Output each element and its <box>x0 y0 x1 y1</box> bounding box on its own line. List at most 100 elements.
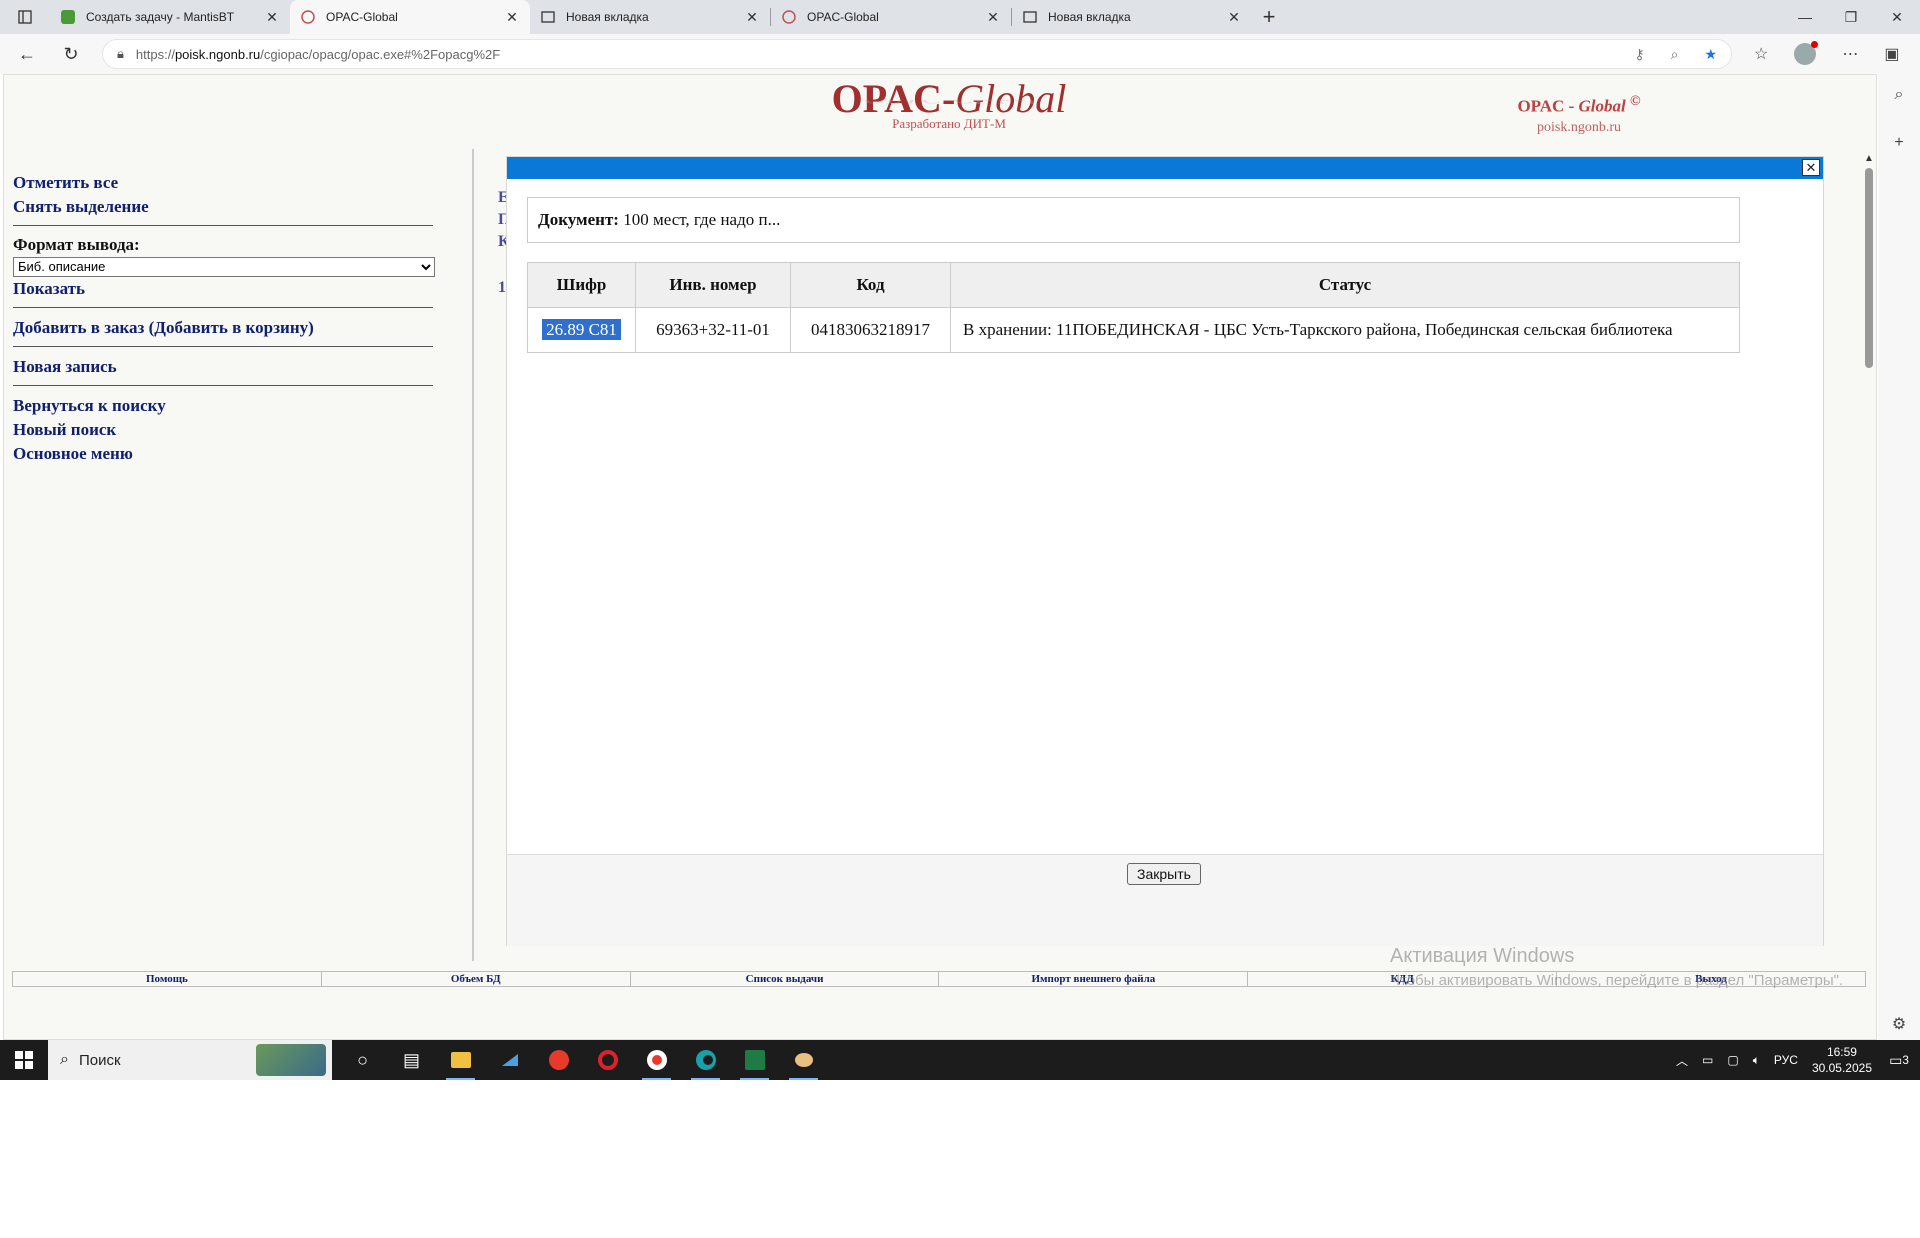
excel-icon[interactable] <box>730 1040 779 1080</box>
network-icon[interactable]: ▢ <box>1727 1053 1738 1067</box>
modal-close-icon[interactable]: ✕ <box>1802 159 1820 176</box>
url-host: poisk.ngonb.ru <box>174 46 261 62</box>
col-header-status: Статус <box>950 262 1740 308</box>
tab-actions-icon[interactable] <box>0 0 50 34</box>
notification-count: 3 <box>1902 1053 1909 1067</box>
db-volume-link[interactable]: Объем БД <box>322 972 631 986</box>
opera-icon[interactable] <box>583 1040 632 1080</box>
minimize-icon[interactable]: — <box>1782 0 1828 34</box>
modal-footer: Закрыть <box>507 854 1823 946</box>
import-file-link[interactable]: Импорт внешнего файла <box>939 972 1249 986</box>
mark-all-link[interactable]: Отметить все <box>13 171 438 195</box>
search-icon[interactable]: ⌕ <box>1895 86 1904 104</box>
show-link[interactable]: Показать <box>13 277 438 301</box>
meet-icon[interactable]: ▭ <box>1702 1053 1713 1067</box>
tab-opac-2[interactable]: OPAC-Global ✕ <box>771 0 1011 34</box>
back-to-search-link[interactable]: Вернуться к поиску <box>13 394 438 418</box>
task-view-icon[interactable]: ▤ <box>387 1040 436 1080</box>
scroll-up-icon[interactable]: ▲ <box>1862 153 1876 164</box>
system-tray: ︿ ▭ ▢ 🔈︎ РУС 16:59 30.05.2025 ▭ 3 <box>1676 1044 1920 1076</box>
divider <box>13 384 433 386</box>
close-tab-icon[interactable]: ✕ <box>1226 9 1242 26</box>
url-path: /cgiopac/opacg/opac.exe#%2Fopacg%2F <box>260 46 501 62</box>
sidebar-toggle-icon[interactable]: ▣ <box>1884 44 1899 64</box>
taskbar-search-placeholder: Поиск <box>78 1051 121 1069</box>
tab-title: OPAC-Global <box>807 10 879 24</box>
new-tab-icon[interactable]: + <box>1252 0 1286 34</box>
yandex-icon[interactable] <box>534 1040 583 1080</box>
profile-avatar[interactable] <box>1794 41 1819 65</box>
tab-opac-active[interactable]: OPAC-Global ✕ <box>290 0 530 34</box>
close-button[interactable]: Закрыть <box>1127 863 1201 885</box>
close-tab-icon[interactable]: ✕ <box>744 9 760 26</box>
page-content: OPAC-Global OPAC-Global Разработано ДИТ-… <box>3 74 1877 1040</box>
windows-start-icon[interactable] <box>0 1040 48 1080</box>
site-info-icon[interactable]: 🔒︎ <box>117 46 124 62</box>
tab-mantis[interactable]: Создать задачу - MantisBT ✕ <box>50 0 290 34</box>
logo2-title: OPAC - Global © <box>1504 93 1654 117</box>
app-icon[interactable] <box>485 1040 534 1080</box>
back-icon[interactable]: ← <box>10 37 44 71</box>
show-hidden-icons-icon[interactable]: ︿ <box>1676 1052 1688 1069</box>
opac-favicon-icon <box>300 9 316 25</box>
tab-title: OPAC-Global <box>326 10 398 24</box>
shifr-selected-text[interactable]: 26.89 С81 <box>542 319 621 340</box>
watermark-line-2: Чтобы активировать Windows, перейдите в … <box>1390 972 1844 989</box>
zoom-icon[interactable]: ⌕ <box>1671 46 1679 63</box>
tab-new-2[interactable]: Новая вкладка ✕ <box>1012 0 1252 34</box>
newtab-favicon-icon <box>1022 9 1038 25</box>
logo-reflection: OPAC-Global <box>824 100 1074 106</box>
new-search-link[interactable]: Новый поиск <box>13 418 438 442</box>
opac-favicon-icon <box>781 9 797 25</box>
paint-icon[interactable] <box>779 1040 828 1080</box>
cell-inv: 69363+32-11-01 <box>635 307 791 353</box>
logo2-main: OPAC - <box>1517 96 1579 116</box>
divider <box>13 345 433 347</box>
scroll-thumb[interactable] <box>1865 168 1873 368</box>
format-label: Формат вывода: <box>13 235 140 254</box>
close-tab-icon[interactable]: ✕ <box>504 9 520 26</box>
favorites-icon[interactable]: ☆ <box>1754 44 1768 64</box>
key-icon[interactable]: ⚷ <box>1634 46 1644 63</box>
left-menu: Отметить все Снять выделение Формат выво… <box>13 171 438 466</box>
cortana-icon[interactable]: ○ <box>338 1040 387 1080</box>
url-field[interactable]: 🔒︎ https://poisk.ngonb.ru/cgiopac/opacg/… <box>102 39 1732 69</box>
reload-icon[interactable]: ↻ <box>54 37 88 71</box>
toolbar-icons: ☆ ⋯ ▣ <box>1754 41 1899 65</box>
notification-center-icon[interactable]: ▭ 3 <box>1886 1047 1912 1073</box>
volume-icon[interactable]: 🔈︎ <box>1753 1053 1760 1068</box>
main-menu-link[interactable]: Основное меню <box>13 442 438 466</box>
restore-icon[interactable]: ❐ <box>1828 0 1874 34</box>
language-indicator[interactable]: РУС <box>1774 1053 1798 1067</box>
taskbar-search[interactable]: ⌕ Поиск <box>48 1040 332 1080</box>
settings-gear-icon[interactable]: ⚙ <box>1892 1014 1906 1034</box>
page-scrollbar[interactable]: ▲ <box>1862 153 1876 961</box>
format-select[interactable]: Биб. описание <box>13 256 435 277</box>
logo-main-text: OPAC- <box>831 76 956 121</box>
clock[interactable]: 16:59 30.05.2025 <box>1812 1044 1872 1076</box>
add-icon[interactable]: + <box>1894 134 1903 152</box>
url-prefix: https:// <box>135 46 175 62</box>
logo-main: OPAC-Global <box>824 75 1074 122</box>
taskbar-apps: ○ ▤ <box>338 1040 828 1080</box>
window-controls: — ❐ ✕ <box>1782 0 1920 34</box>
close-tab-icon[interactable]: ✕ <box>985 9 1001 26</box>
loan-list-link[interactable]: Список выдачи <box>631 972 940 986</box>
more-menu-icon[interactable]: ⋯ <box>1842 44 1858 64</box>
cell-code: 04183063218917 <box>790 307 951 353</box>
tab-new-1[interactable]: Новая вкладка ✕ <box>530 0 770 34</box>
holdings-modal: ✕ Документ: 100 мест, где надо п... Шифр… <box>506 156 1824 946</box>
file-explorer-icon[interactable] <box>436 1040 485 1080</box>
close-window-icon[interactable]: ✕ <box>1874 0 1920 34</box>
new-record-link[interactable]: Новая запись <box>13 355 438 379</box>
unmark-link[interactable]: Снять выделение <box>13 195 438 219</box>
close-tab-icon[interactable]: ✕ <box>264 9 280 26</box>
modal-title-bar: ✕ <box>507 157 1823 179</box>
favorite-star-icon[interactable]: ★ <box>1704 46 1717 63</box>
help-link[interactable]: Помощь <box>13 972 322 986</box>
edge-icon[interactable] <box>681 1040 730 1080</box>
add-to-order-link[interactable]: Добавить в заказ (Добавить в корзину) <box>13 316 438 340</box>
windows-activation-watermark: Активация Windows Чтобы активировать Win… <box>1390 945 1843 989</box>
yandex-browser-icon[interactable] <box>632 1040 681 1080</box>
search-highlight-image <box>256 1044 326 1076</box>
